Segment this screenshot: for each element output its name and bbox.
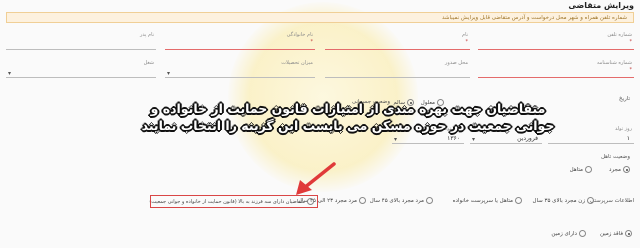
pointer-arrow-icon bbox=[296, 162, 336, 195]
chevron-down-icon: ▾ bbox=[8, 70, 12, 77]
id-number-field[interactable]: شماره شناسنامه * bbox=[478, 60, 634, 82]
chevron-down-icon: ▾ bbox=[472, 136, 476, 143]
marriage-label: وضعیت تاهل bbox=[600, 154, 630, 160]
birth-label: تاریخ bbox=[619, 96, 630, 102]
chevron-down-icon: ▾ bbox=[167, 70, 171, 77]
education-select[interactable]: میزان تحصیلات ▾ bbox=[165, 60, 315, 82]
radio-single-man-45[interactable]: مرد مجرد بالای ۴۵ سال bbox=[370, 197, 433, 204]
category-label: اطلاعات سرپرستی bbox=[589, 198, 634, 204]
first-name-field[interactable]: نام * bbox=[325, 32, 470, 54]
job-select[interactable]: شغل ▾ bbox=[6, 60, 156, 82]
chevron-down-icon: ▾ bbox=[394, 136, 398, 143]
radio-has-land[interactable]: دارای زمین bbox=[551, 230, 586, 237]
radio-single[interactable]: مجرد bbox=[609, 166, 630, 173]
last-name-field[interactable]: نام خانوادگی * bbox=[165, 32, 315, 54]
father-name-field[interactable]: نام پدر bbox=[6, 32, 156, 54]
radio-married-or-head[interactable]: متاهل یا سرپرست خانواده bbox=[453, 197, 522, 204]
notice-banner: شماره تلفن همراه و شهر محل درخواست و آدر… bbox=[6, 12, 634, 23]
page-title: ویرایش متقاضی bbox=[568, 1, 634, 10]
instruction-overlay: متقاضیان جهت بهره مندی از امتیازات قانون… bbox=[141, 101, 555, 133]
radio-no-land[interactable]: فاقد زمین bbox=[600, 230, 632, 237]
issue-place-field[interactable]: محل صدور bbox=[325, 60, 470, 82]
phone-field[interactable]: شماره تلفن * bbox=[478, 32, 634, 54]
radio-single-woman-35[interactable]: زن مجرد بالای ۳۵ سال bbox=[532, 197, 594, 204]
page: ویرایش متقاضی شماره تلفن همراه و شهر محل… bbox=[0, 0, 640, 248]
radio-married[interactable]: متاهل bbox=[570, 166, 592, 173]
